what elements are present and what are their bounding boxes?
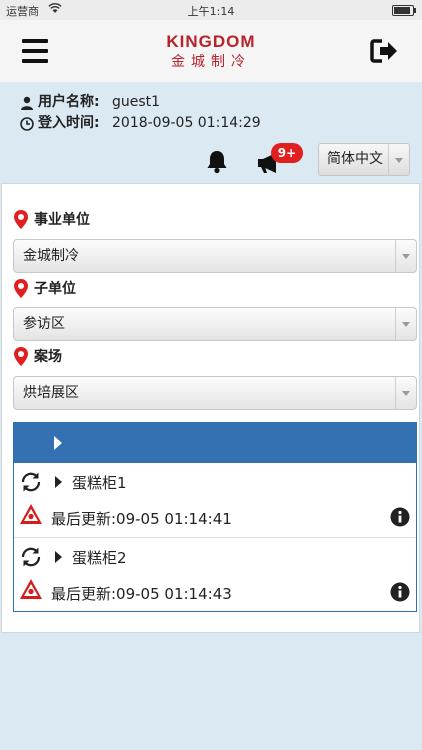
unit-select-value: 金城制冷 [23,248,79,264]
caret-right-icon [54,436,62,450]
battery-fill [394,7,411,14]
map-pin-icon [14,346,28,366]
app-header: KINGDOM 金城制冷 [0,20,422,82]
logout-icon [370,39,397,63]
subunit-label-text: 子单位 [34,281,76,297]
unit-label-text: 事业单位 [34,212,90,228]
chevron-down-icon [395,377,416,409]
device-list: 蛋糕柜1 最后更新:09-05 01:14:41 蛋糕柜2 最后更新:09-05… [13,422,417,612]
warning-icon [19,578,43,604]
menu-bar-icon [22,59,48,63]
map-pin-icon [14,209,28,229]
site-label-text: 案场 [34,349,62,365]
subunit-select[interactable]: 参访区 [13,307,417,341]
site-select[interactable]: 烘培展区 [13,376,417,410]
device-group-header[interactable] [14,423,416,463]
warning-icon [19,503,43,529]
username-label: 用户名称: [38,94,100,110]
notification-badge: 9+ [271,143,303,163]
device-name[interactable]: 蛋糕柜2 [72,547,127,568]
bell-icon [207,151,227,174]
menu-button[interactable] [22,39,48,63]
user-icon [21,96,33,110]
info-icon[interactable] [390,507,410,531]
refresh-icon[interactable] [20,546,42,572]
logout-button[interactable] [368,37,400,65]
username-value: guest1 [112,94,161,110]
device-item: 蛋糕柜1 最后更新:09-05 01:14:41 [14,463,416,538]
clock-icon [20,116,34,131]
battery-icon [392,5,416,16]
notification-bell-button[interactable] [204,148,230,174]
menu-bar-icon [22,49,48,53]
refresh-icon[interactable] [20,471,42,497]
chevron-down-icon [395,240,416,272]
language-select[interactable]: 简体中文 [318,143,410,176]
status-bar: 运营商 上午1:14 [0,0,422,20]
logo-text-cn: 金城制冷 [171,54,251,70]
subunit-label: 子单位 [14,278,76,298]
site-select-value: 烘培展区 [23,385,79,401]
brand-logo: KINGDOM 金城制冷 [150,32,272,71]
chevron-down-icon [395,308,416,340]
menu-bar-icon [22,39,48,43]
site-label: 案场 [14,346,62,366]
info-icon[interactable] [390,582,410,606]
logo-text-en: KINGDOM [166,32,256,51]
device-item: 蛋糕柜2 最后更新:09-05 01:14:43 [14,538,416,612]
caret-right-icon[interactable] [55,551,62,563]
last-updated: 最后更新:09-05 01:14:43 [51,585,232,603]
user-info: 用户名称: guest1 登入时间: 2018-09-05 01:14:29 [20,92,261,134]
login-time-label: 登入时间: [38,115,100,131]
language-value: 简体中文 [327,151,383,167]
last-updated: 最后更新:09-05 01:14:41 [51,510,232,528]
device-name[interactable]: 蛋糕柜1 [72,472,127,493]
filter-panel: 事业单位 金城制冷 子单位 参访区 案场 烘培展区 蛋糕柜1 最后更新:09-0… [1,183,420,633]
unit-select[interactable]: 金城制冷 [13,239,417,273]
login-time-value: 2018-09-05 01:14:29 [112,115,261,131]
chevron-down-icon [388,144,409,176]
subunit-select-value: 参访区 [23,316,65,332]
caret-right-icon[interactable] [55,476,62,488]
map-pin-icon [14,278,28,298]
unit-label: 事业单位 [14,209,90,229]
status-time: 上午1:14 [187,5,235,18]
